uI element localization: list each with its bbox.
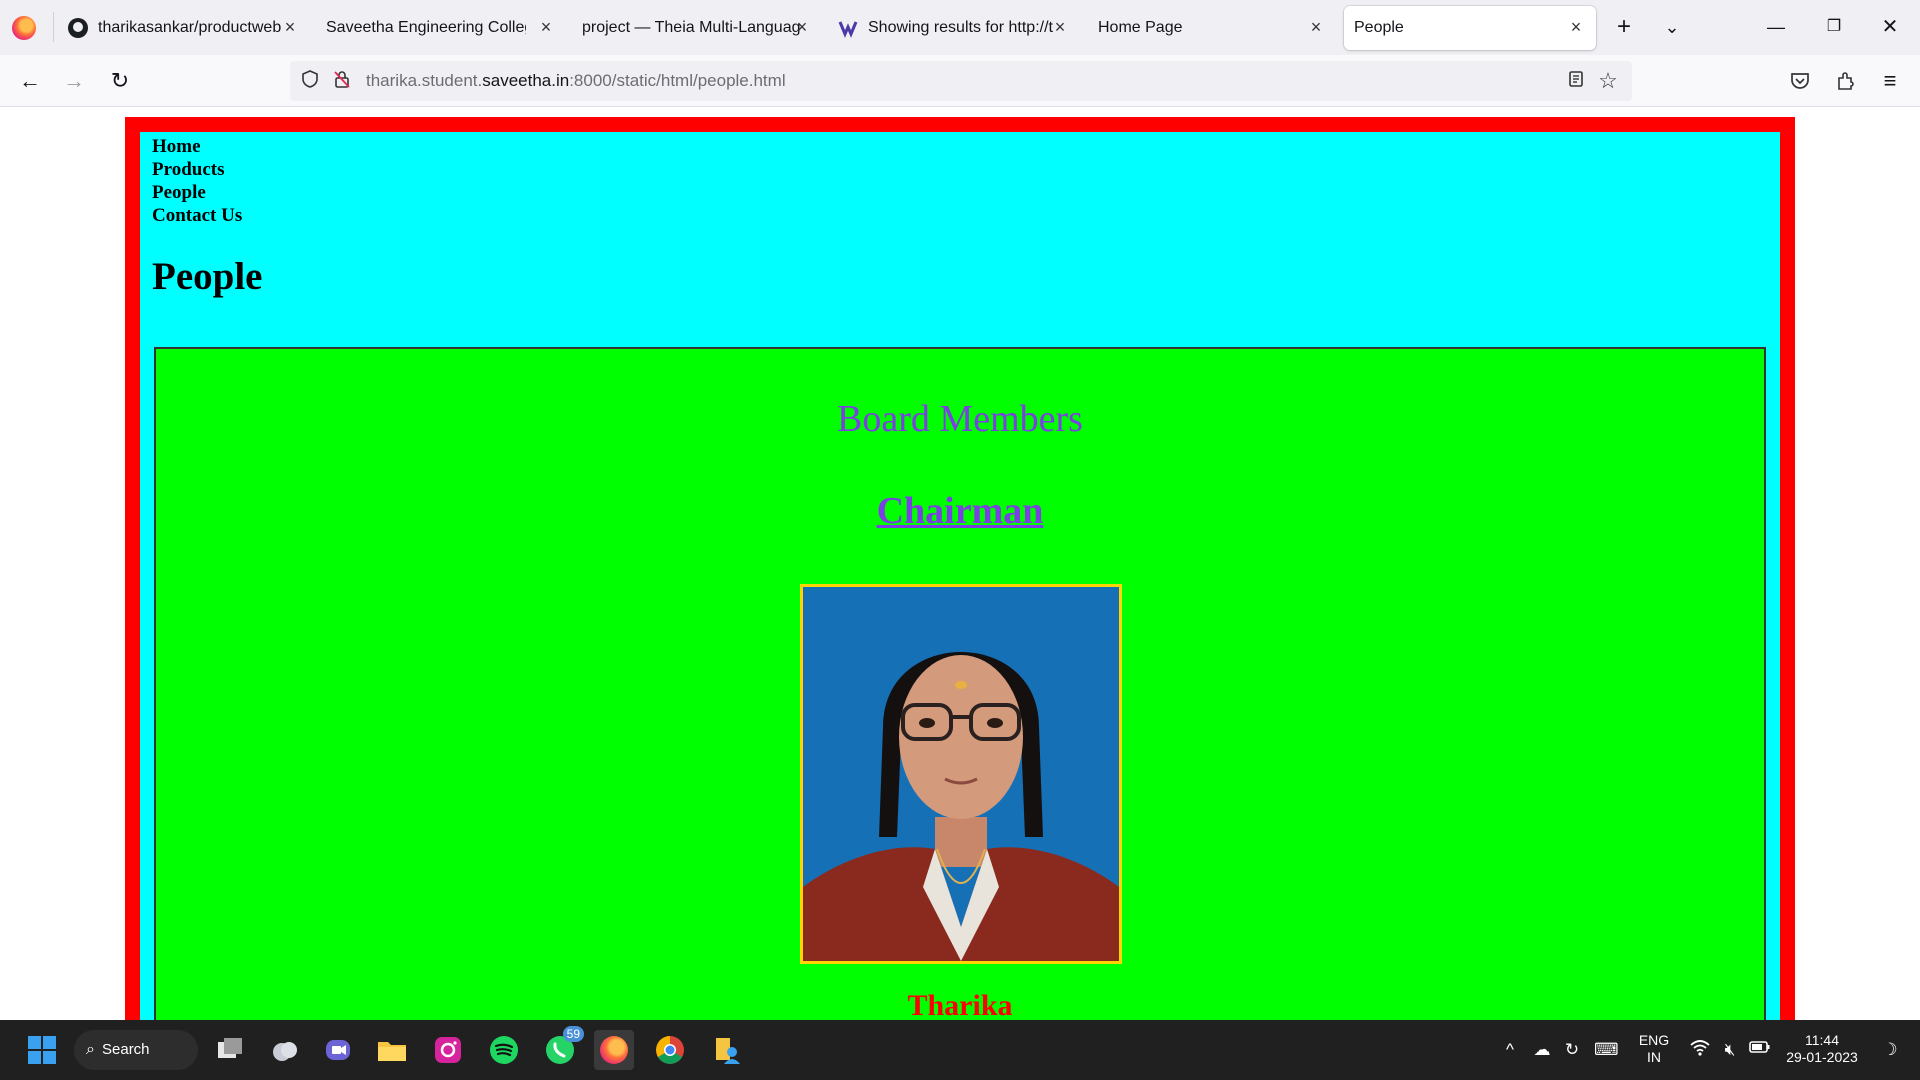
tab-home-page[interactable]: Home Page × bbox=[1086, 6, 1336, 50]
search-icon: ⌕ bbox=[86, 1041, 95, 1058]
nav-link-home[interactable]: Home bbox=[152, 135, 242, 158]
close-tab-icon[interactable]: × bbox=[792, 17, 812, 37]
sync-icon[interactable]: ↻ bbox=[1560, 1038, 1584, 1062]
chairman-name: Tharika bbox=[907, 989, 1013, 1020]
firefox-view-icon[interactable] bbox=[12, 16, 36, 40]
onedrive-cloud-icon[interactable]: ☁ bbox=[1530, 1038, 1554, 1062]
new-tab-button[interactable]: + bbox=[1608, 12, 1640, 44]
site-nav-menu: Home Products People Contact Us bbox=[152, 135, 242, 227]
spotify-icon[interactable] bbox=[484, 1030, 524, 1070]
search-label: Search bbox=[102, 1041, 150, 1058]
region-code: IN bbox=[1647, 1049, 1661, 1065]
page-inner-panel: Home Products People Contact Us People B… bbox=[140, 132, 1780, 1020]
file-manager-user-icon[interactable] bbox=[706, 1030, 746, 1070]
tab-title: Home Page bbox=[1098, 19, 1183, 36]
nav-link-products[interactable]: Products bbox=[152, 158, 242, 181]
url-domain: saveetha.in bbox=[482, 71, 570, 90]
language-indicator[interactable]: ENG IN bbox=[1630, 1032, 1678, 1066]
reload-button[interactable]: ↻ bbox=[104, 65, 136, 97]
close-tab-icon[interactable]: × bbox=[1566, 17, 1586, 37]
navigation-toolbar: ← → ↻ tharika.student.saveetha.in:8000/s… bbox=[0, 55, 1920, 107]
tab-wappalyzer[interactable]: Showing results for http://th × bbox=[830, 6, 1080, 50]
url-path: :8000/static/html/people.html bbox=[569, 71, 786, 90]
tab-theia[interactable]: project — Theia Multi-Language × bbox=[572, 6, 822, 50]
widgets-weather-icon[interactable] bbox=[264, 1030, 304, 1070]
wappalyzer-icon bbox=[838, 18, 858, 38]
volume-muted-icon[interactable]: 🔇︎ bbox=[1718, 1038, 1742, 1062]
tab-title: tharikasankar/productweb bbox=[98, 19, 282, 36]
insecure-connection-lock-icon[interactable] bbox=[330, 69, 354, 93]
windows-start-icon[interactable] bbox=[22, 1030, 62, 1070]
tab-title: project — Theia Multi-Language bbox=[582, 19, 800, 36]
page-title: People bbox=[152, 255, 263, 298]
windows-taskbar: ⌕ Search 59 ^ ☁ ↻ ⌨ ENG IN 🔇︎ 11:44 29-0… bbox=[0, 1020, 1920, 1080]
restore-button[interactable]: ❐ bbox=[1814, 10, 1854, 44]
tab-saveetha[interactable]: Saveetha Engineering College × bbox=[316, 6, 566, 50]
board-members-section: Board Members Chairman Tharika bbox=[154, 347, 1766, 1020]
app-menu-hamburger-icon[interactable]: ≡ bbox=[1874, 65, 1906, 97]
file-explorer-icon[interactable] bbox=[372, 1030, 412, 1070]
page-outer-border: Home Products People Contact Us People B… bbox=[125, 117, 1795, 1020]
bookmark-star-icon[interactable]: ☆ bbox=[1596, 69, 1620, 93]
tracking-protection-shield-icon[interactable] bbox=[298, 69, 322, 93]
close-tab-icon[interactable]: × bbox=[1050, 17, 1070, 37]
back-button[interactable]: ← bbox=[14, 65, 46, 97]
tab-title: Showing results for http://th bbox=[868, 19, 1054, 36]
close-tab-icon[interactable]: × bbox=[1306, 17, 1326, 37]
address-bar[interactable]: tharika.student.saveetha.in:8000/static/… bbox=[290, 61, 1632, 101]
clock-date: 29-01-2023 bbox=[1786, 1049, 1858, 1065]
clock-time: 11:44 bbox=[1805, 1032, 1839, 1048]
nav-link-contact-us[interactable]: Contact Us bbox=[152, 204, 242, 227]
whatsapp-unread-badge: 59 bbox=[562, 1026, 584, 1042]
tab-people[interactable]: People × bbox=[1344, 6, 1596, 50]
language-code: ENG bbox=[1638, 1032, 1670, 1048]
notifications-moon-icon[interactable]: ☽ bbox=[1878, 1038, 1902, 1062]
reader-view-icon[interactable] bbox=[1564, 69, 1588, 93]
chairman-photo bbox=[800, 584, 1122, 964]
wifi-icon[interactable] bbox=[1688, 1038, 1712, 1065]
task-view-icon[interactable] bbox=[210, 1030, 250, 1070]
board-members-heading: Board Members bbox=[837, 398, 1083, 440]
minimize-button[interactable]: — bbox=[1756, 10, 1796, 44]
show-hidden-icons-chevron-icon[interactable]: ^ bbox=[1498, 1038, 1522, 1062]
close-tab-icon[interactable]: × bbox=[280, 17, 300, 37]
tab-title: Saveetha Engineering College bbox=[326, 19, 526, 36]
url-text[interactable]: tharika.student.saveetha.in:8000/static/… bbox=[366, 71, 786, 91]
teams-chat-icon[interactable] bbox=[318, 1030, 358, 1070]
pocket-icon[interactable] bbox=[1784, 65, 1816, 97]
url-subdomain: tharika.student. bbox=[366, 71, 483, 90]
instagram-icon[interactable] bbox=[428, 1030, 468, 1070]
nav-link-people[interactable]: People bbox=[152, 181, 242, 204]
close-window-button[interactable]: ✕ bbox=[1870, 10, 1910, 44]
list-all-tabs-icon[interactable]: ⌄ bbox=[1656, 12, 1688, 44]
taskbar-search-button[interactable]: ⌕ Search bbox=[74, 1030, 198, 1070]
tab-title: People bbox=[1354, 19, 1404, 36]
clock[interactable]: 11:44 29-01-2023 bbox=[1782, 1032, 1862, 1066]
forward-button[interactable]: → bbox=[58, 65, 90, 97]
chairman-heading[interactable]: Chairman bbox=[156, 489, 1764, 533]
github-icon bbox=[68, 18, 88, 38]
browser-tab-strip: tharikasankar/productweb × Saveetha Engi… bbox=[0, 0, 1920, 55]
chrome-icon[interactable] bbox=[650, 1030, 690, 1070]
tab-separator bbox=[53, 12, 54, 42]
whatsapp-icon[interactable]: 59 bbox=[540, 1026, 584, 1070]
touch-keyboard-icon[interactable]: ⌨ bbox=[1594, 1038, 1619, 1062]
page-viewport: Home Products People Contact Us People B… bbox=[0, 107, 1920, 1020]
firefox-taskbar-icon[interactable] bbox=[594, 1030, 634, 1070]
close-tab-icon[interactable]: × bbox=[536, 17, 556, 37]
battery-charging-icon[interactable] bbox=[1748, 1038, 1772, 1062]
extensions-puzzle-icon[interactable] bbox=[1830, 65, 1862, 97]
tab-github[interactable]: tharikasankar/productweb × bbox=[60, 6, 310, 50]
